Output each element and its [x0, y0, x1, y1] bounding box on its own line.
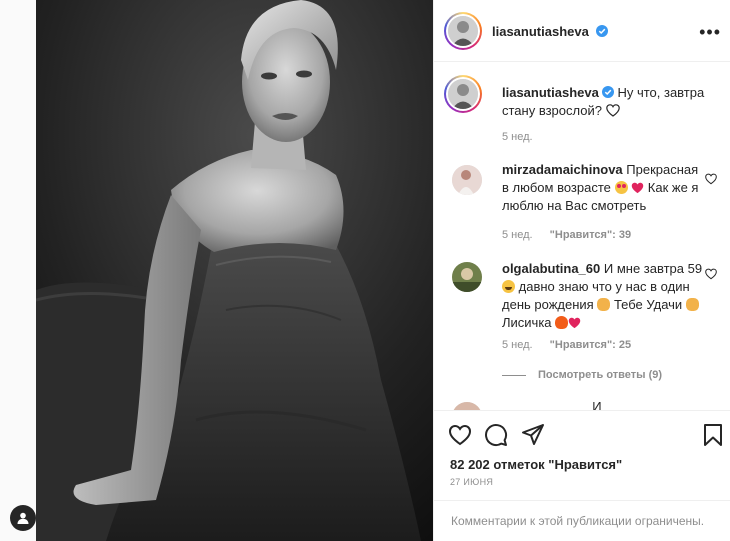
commenter-avatar[interactable] [452, 165, 482, 195]
post-panel: liasanutiasheva ••• liasanutiasheva Ну ч… [433, 0, 730, 541]
red-heart-emoji-icon [568, 317, 581, 329]
post-photo [36, 0, 433, 541]
comment-time[interactable]: 5 нед. [502, 339, 533, 351]
more-dots-icon[interactable]: ••• [699, 22, 721, 43]
commenter-avatar[interactable] [452, 262, 482, 292]
replies-divider-line [502, 374, 526, 376]
commenter-username[interactable]: mirzadamaichinova [502, 162, 623, 177]
clapping-hands-emoji-icon [685, 298, 699, 311]
comment: olgalabutina_60 И мне завтра 59 давно зн… [444, 260, 724, 370]
comment: mirzadamaichinova Прекрасная в любом воз… [444, 161, 724, 261]
comment-likes[interactable]: "Нравится": 39 [550, 229, 631, 241]
comment-meta: 5 нед. "Нравится": 39 [502, 229, 645, 241]
caption-username[interactable]: liasanutiasheva [502, 85, 599, 100]
heart-eyes-emoji-icon [614, 181, 628, 194]
post-date[interactable]: 27 июня [450, 477, 493, 487]
view-replies-button[interactable]: Посмотреть ответы (9) [502, 369, 662, 381]
comment-body-part: Лисичка [502, 315, 552, 330]
white-heart-emoji-icon [605, 104, 620, 117]
comment-meta: 5 нед. "Нравится": 25 [502, 339, 645, 351]
comment-body-part: Тебе Удачи [613, 297, 683, 312]
paper-plane-icon[interactable] [521, 423, 545, 447]
likes-count[interactable]: 82 202 отметок "Нравится" [450, 457, 622, 472]
verified-badge-icon [601, 86, 614, 98]
comment-text: olgalabutina_60 И мне завтра 59 давно зн… [502, 260, 707, 332]
profile-person-icon[interactable] [10, 505, 36, 531]
fire-emoji-icon [555, 316, 569, 329]
comment-time[interactable]: 5 нед. [502, 229, 533, 241]
caption-avatar[interactable] [444, 75, 482, 113]
commenter-avatar[interactable] [452, 402, 482, 410]
caption-time[interactable]: 5 нед. [502, 131, 533, 143]
grinning-sweat-emoji-icon [502, 280, 515, 293]
clapping-hands-emoji-icon [597, 298, 611, 311]
view-replies-label[interactable]: Посмотреть ответы (9) [538, 369, 662, 381]
left-gutter [0, 0, 36, 541]
caption-text: liasanutiasheva Ну что, завтра стану взр… [502, 84, 717, 120]
commenter-username[interactable]: olgalabutina_60 [502, 261, 600, 276]
red-heart-emoji-icon [631, 182, 644, 194]
comments-limited-notice: Комментарии к этой публикации ограничены… [434, 500, 730, 541]
post-actions: 82 202 отметок "Нравится" 27 июня [434, 410, 730, 500]
verified-badge-icon [596, 25, 609, 37]
comment-like-heart-icon[interactable] [705, 173, 717, 185]
comment-bubble-icon[interactable] [484, 423, 508, 447]
comment-like-heart-icon[interactable] [705, 268, 717, 280]
post-header: liasanutiasheva ••• [434, 0, 730, 62]
author-username[interactable]: liasanutiasheva [492, 23, 609, 41]
caption-meta: 5 нед. [502, 131, 547, 143]
author-avatar[interactable] [444, 12, 482, 50]
comment-body-part: И мне завтра 59 [603, 261, 703, 276]
comment-partial-text: И [502, 399, 602, 410]
comment-likes[interactable]: "Нравится": 25 [550, 339, 631, 351]
author-username-text[interactable]: liasanutiasheva [492, 24, 589, 39]
heart-outline-icon[interactable] [448, 423, 472, 447]
comment-text: mirzadamaichinova Прекрасная в любом воз… [502, 161, 707, 215]
comments-list: liasanutiasheva Ну что, завтра стану взр… [434, 62, 730, 410]
bookmark-icon[interactable] [701, 423, 725, 447]
